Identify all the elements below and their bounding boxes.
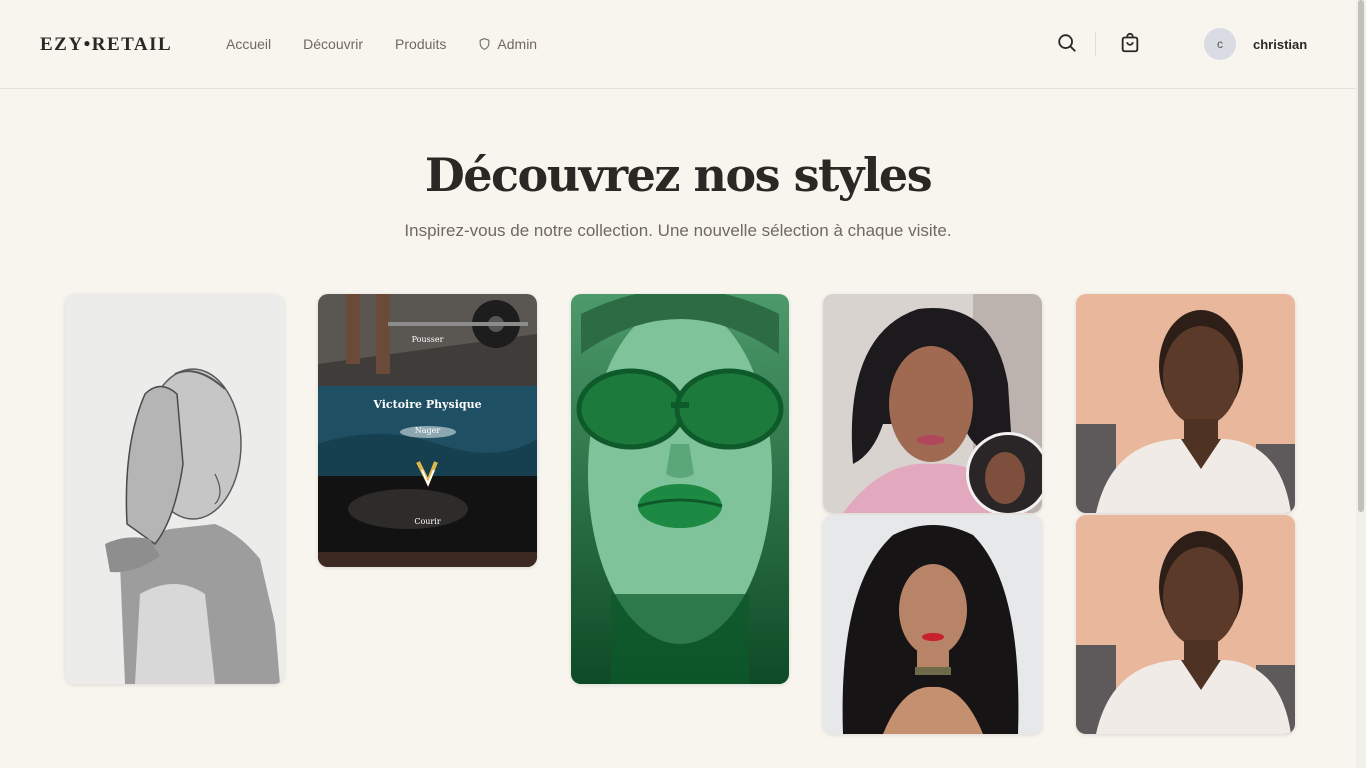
gallery-card-sketch[interactable] (65, 294, 284, 684)
shopping-bag-icon[interactable] (1119, 32, 1141, 54)
green-portrait-image (571, 294, 789, 684)
nav-label: Admin (497, 36, 538, 52)
page-title: Découvrez nos styles (424, 148, 933, 202)
gallery-card-portrait-1[interactable] (1076, 294, 1295, 513)
sketch-portrait-image (65, 294, 284, 684)
nav-label: Produits (395, 36, 447, 52)
poster-heading: Victoire Physique (373, 398, 482, 411)
gallery-card-wig-long[interactable] (823, 515, 1042, 734)
gallery-card-portrait-2[interactable] (1076, 515, 1295, 734)
poster-label-top: Pousser (411, 335, 444, 344)
gallery-card-wig-bob[interactable] (823, 294, 1042, 513)
site-header: EZY•RETAIL Accueil Découvrir Produits Ad… (0, 0, 1356, 89)
nav-label: Découvrir (303, 36, 364, 52)
gallery-card-green[interactable] (571, 294, 789, 684)
poster-label-bottom: Courir (414, 517, 441, 526)
username[interactable]: christian (1253, 37, 1307, 52)
nav-accueil[interactable]: Accueil (226, 36, 271, 52)
portrait-image (1076, 515, 1295, 734)
nav-produits[interactable]: Produits (395, 36, 446, 52)
main-nav: Accueil Découvrir Produits Admin (226, 36, 569, 52)
page-subtitle: Inspirez-vous de notre collection. Une n… (404, 221, 952, 240)
scrollbar-thumb[interactable] (1358, 0, 1364, 512)
header-divider (1095, 32, 1096, 56)
gallery-card-poster[interactable]: Pousser Victoire Physique Nager Courir (318, 294, 537, 567)
portrait-image (1076, 294, 1295, 513)
avatar[interactable]: c (1204, 28, 1236, 60)
bob-wig-image (823, 294, 1042, 513)
poster-label-middle: Nager (414, 426, 441, 435)
shield-icon (480, 38, 490, 51)
brand-logo[interactable]: EZY•RETAIL (40, 34, 172, 56)
long-wig-image (823, 515, 1042, 734)
nav-admin[interactable]: Admin (478, 36, 537, 52)
page-scrollbar[interactable] (1356, 0, 1366, 768)
nav-label: Accueil (226, 36, 272, 52)
search-icon[interactable] (1056, 32, 1078, 54)
nav-decouvrir[interactable]: Découvrir (303, 36, 363, 52)
